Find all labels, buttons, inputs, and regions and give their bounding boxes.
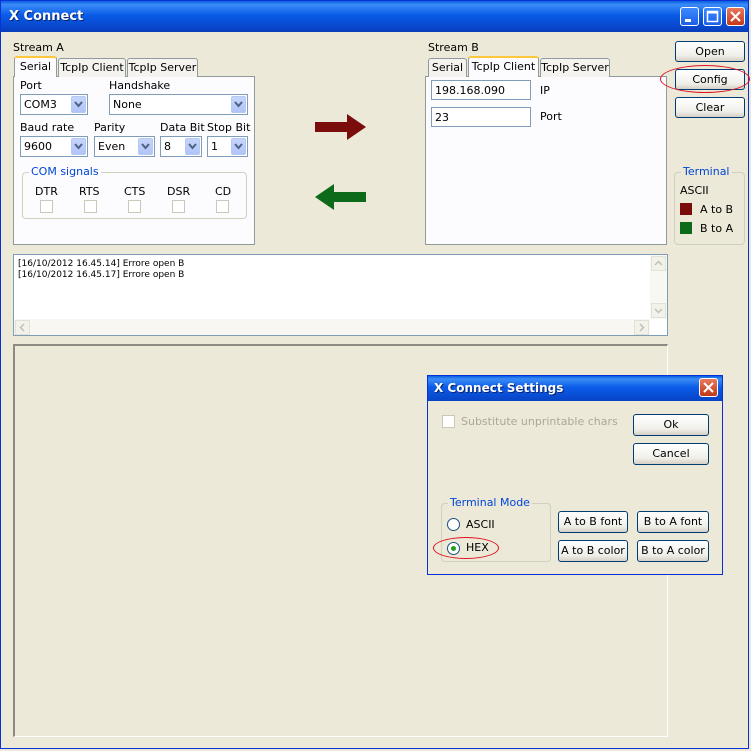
signal-rts-label: RTS xyxy=(79,185,100,198)
signal-dtr-checkbox xyxy=(40,200,53,213)
ip-value: 198.168.090 xyxy=(435,84,505,97)
highlight-oval xyxy=(433,537,499,559)
close-button[interactable] xyxy=(726,7,745,26)
minimize-icon xyxy=(685,19,691,22)
stopbit-label: Stop Bit xyxy=(207,121,251,134)
signal-cd-label: CD xyxy=(215,185,232,198)
signal-rts-checkbox xyxy=(84,200,97,213)
handshake-value: None xyxy=(113,98,142,111)
scroll-right-button[interactable] xyxy=(634,320,649,335)
dialog-title: X Connect Settings xyxy=(434,381,564,395)
chevron-down-icon xyxy=(138,138,153,155)
ascii-radio[interactable] xyxy=(447,518,460,531)
log-line: [16/10/2012 16.45.14] Errore open B xyxy=(18,259,185,269)
arrow-right-icon xyxy=(315,114,366,140)
baud-value: 9600 xyxy=(24,140,52,153)
signal-cd-checkbox xyxy=(216,200,229,213)
a-to-b-legend-label: A to B xyxy=(700,203,734,216)
close-icon xyxy=(703,382,714,393)
signal-cts-checkbox xyxy=(128,200,141,213)
stream-b-panel xyxy=(425,76,667,245)
chevron-down-icon xyxy=(231,96,246,113)
databit-value: 8 xyxy=(164,140,171,153)
signal-dtr-label: DTR xyxy=(35,185,58,198)
chevron-left-icon xyxy=(19,323,25,332)
stopbit-value: 1 xyxy=(211,140,218,153)
log-list[interactable]: [16/10/2012 16.45.14] Errore open B [16/… xyxy=(13,254,668,336)
dialog-close-button[interactable] xyxy=(699,378,718,397)
chevron-right-icon xyxy=(639,323,645,332)
scroll-down-button[interactable] xyxy=(651,303,666,318)
signal-cts-label: CTS xyxy=(124,185,146,198)
stream-b-tab-tcpip-server[interactable]: TcpIp Server xyxy=(540,58,610,77)
stream-b-tab-serial[interactable]: Serial xyxy=(428,58,467,77)
parity-value: Even xyxy=(98,140,126,153)
com-signals-label: COM signals xyxy=(29,165,101,178)
chevron-down-icon xyxy=(231,138,246,155)
stream-b-tab-tcpip-client[interactable]: TcpIp Client xyxy=(468,56,539,77)
highlight-oval xyxy=(660,65,750,93)
stream-a-tab-tcpip-client[interactable]: TcpIp Client xyxy=(58,58,126,77)
ip-label: IP xyxy=(540,84,550,97)
log-line: [16/10/2012 16.45.17] Errore open B xyxy=(18,270,185,280)
stream-a-label: Stream A xyxy=(13,41,64,54)
close-icon xyxy=(730,11,741,22)
terminal-mode-value: ASCII xyxy=(680,184,709,197)
stream-a-tab-tcpip-server[interactable]: TcpIp Server xyxy=(127,58,198,77)
handshake-label: Handshake xyxy=(109,79,171,92)
signal-dsr-label: DSR xyxy=(167,185,191,198)
chevron-down-icon xyxy=(654,308,663,314)
port-label: Port xyxy=(20,79,42,92)
maximize-button[interactable] xyxy=(703,7,722,26)
port-select[interactable]: COM3 xyxy=(20,94,88,115)
port-input[interactable]: 23 xyxy=(431,107,531,127)
databit-label: Data Bit xyxy=(160,121,205,134)
stopbit-select[interactable]: 1 xyxy=(207,136,248,157)
b-to-a-font-button[interactable]: B to A font xyxy=(637,511,709,533)
arrow-left-icon xyxy=(315,184,366,210)
cancel-button[interactable]: Cancel xyxy=(633,443,709,465)
window-title: X Connect xyxy=(9,9,84,24)
a-to-b-font-button[interactable]: A to B font xyxy=(558,511,628,533)
chevron-down-icon xyxy=(71,96,86,113)
b-to-a-color-button[interactable]: B to A color xyxy=(637,540,709,562)
stream-a-tab-serial[interactable]: Serial xyxy=(14,56,57,77)
minimize-button[interactable] xyxy=(680,7,699,26)
terminal-mode-label: Terminal Mode xyxy=(448,496,532,509)
baud-label: Baud rate xyxy=(20,121,75,134)
parity-select[interactable]: Even xyxy=(94,136,155,157)
parity-label: Parity xyxy=(94,121,126,134)
stream-b-label: Stream B xyxy=(428,41,479,54)
handshake-select[interactable]: None xyxy=(109,94,248,115)
vertical-scrollbar[interactable] xyxy=(650,255,667,319)
port-b-label: Port xyxy=(540,110,562,123)
signal-dsr-checkbox xyxy=(172,200,185,213)
ok-button[interactable]: Ok xyxy=(633,414,709,436)
dialog-title-bar[interactable]: X Connect Settings xyxy=(428,376,722,401)
a-to-b-color-swatch xyxy=(680,203,692,215)
b-to-a-color-swatch xyxy=(680,222,692,234)
substitute-label: Substitute unprintable chars xyxy=(461,415,618,428)
databit-select[interactable]: 8 xyxy=(160,136,202,157)
port-input-value: 23 xyxy=(435,111,449,124)
baud-select[interactable]: 9600 xyxy=(20,136,88,157)
settings-dialog: X Connect Settings Substitute unprintabl… xyxy=(427,375,723,575)
ip-input[interactable]: 198.168.090 xyxy=(431,80,531,100)
chevron-up-icon xyxy=(654,260,663,266)
maximize-icon xyxy=(706,10,719,23)
clear-button[interactable]: Clear xyxy=(675,97,745,118)
scroll-left-button[interactable] xyxy=(15,320,30,335)
port-value: COM3 xyxy=(24,98,57,111)
ascii-radio-label: ASCII xyxy=(466,518,495,531)
chevron-down-icon xyxy=(71,138,86,155)
b-to-a-legend-label: B to A xyxy=(700,222,734,235)
open-button[interactable]: Open xyxy=(675,41,745,62)
a-to-b-color-button[interactable]: A to B color xyxy=(558,540,628,562)
terminal-label: Terminal xyxy=(681,165,732,178)
substitute-checkbox[interactable] xyxy=(442,415,455,428)
chevron-down-icon xyxy=(185,138,200,155)
horizontal-scrollbar[interactable] xyxy=(14,319,650,335)
scroll-up-button[interactable] xyxy=(651,256,666,271)
title-bar[interactable]: X Connect xyxy=(1,1,748,32)
